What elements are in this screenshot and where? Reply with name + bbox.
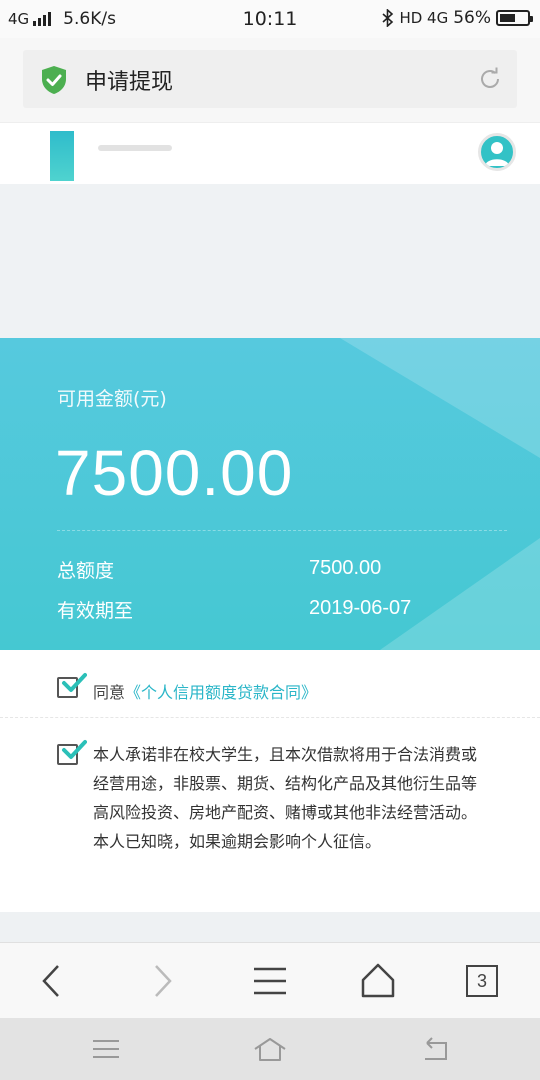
page-title: 申请提现 (85, 70, 174, 95)
tabs-icon[interactable]: 3 (466, 965, 498, 997)
site-logo (50, 131, 74, 181)
back-icon[interactable] (32, 961, 72, 1001)
network-right: HD 4G (399, 9, 449, 27)
recent-apps-icon[interactable] (89, 1034, 123, 1064)
card-divider (57, 530, 507, 531)
agree-prefix: 同意 (93, 683, 126, 702)
valid-until-value: 2019-06-07 (309, 597, 412, 619)
available-amount-label: 可用金额(元) (57, 388, 167, 410)
bluetooth-icon (382, 9, 394, 27)
browser-toolbar: 3 (0, 942, 540, 1018)
credit-card-panel: 可用金额(元) 7500.00 总额度 7500.00 有效期至 2019-06… (0, 338, 540, 650)
tabs-count: 3 (476, 971, 487, 991)
available-amount-value: 7500.00 (55, 437, 294, 509)
status-right: HD 4G 56% (382, 8, 533, 28)
bottom-spacer (0, 912, 540, 942)
contract-agreement-text: 同意《个人信用额度贷款合同》 (93, 679, 317, 703)
checkmark-icon (62, 740, 87, 759)
blurred-site-name (98, 145, 172, 151)
shield-check-icon (42, 66, 66, 94)
total-limit-label: 总额度 (57, 560, 115, 582)
checkmark-icon (62, 673, 87, 692)
title-bar: 申请提现 (0, 38, 540, 122)
promise-row: 本人承诺非在校大学生，且本次借款将用于合法消费或经营用途，非股票、期货、结构化产… (0, 718, 540, 912)
system-nav-bar (0, 1018, 540, 1080)
promise-text: 本人承诺非在校大学生，且本次借款将用于合法消费或经营用途，非股票、期货、结构化产… (93, 745, 478, 851)
promise-checkbox[interactable] (57, 740, 87, 765)
contract-agreement-row: 同意《个人信用额度贷款合同》 (0, 650, 540, 718)
home-icon[interactable] (358, 961, 398, 1001)
contract-checkbox[interactable] (57, 673, 87, 698)
total-limit-value: 7500.00 (309, 557, 382, 579)
user-icon (485, 142, 509, 166)
site-header (0, 122, 540, 184)
battery-icon (496, 10, 533, 26)
system-back-icon[interactable] (418, 1034, 452, 1064)
status-bar: 4G 5.6K/s 10:11 HD 4G 56% (0, 0, 540, 38)
menu-icon[interactable] (250, 961, 290, 1001)
valid-until-label: 有效期至 (57, 600, 134, 622)
battery-percent: 56% (453, 8, 491, 28)
url-bar[interactable]: 申请提现 (23, 50, 517, 108)
refresh-icon[interactable] (477, 66, 503, 92)
banner-placeholder (0, 184, 540, 338)
forward-icon[interactable] (142, 961, 182, 1001)
contract-link[interactable]: 《个人信用额度贷款合同》 (125, 683, 317, 702)
system-home-icon[interactable] (253, 1034, 287, 1064)
avatar[interactable] (478, 133, 516, 171)
battery-level (500, 14, 515, 22)
